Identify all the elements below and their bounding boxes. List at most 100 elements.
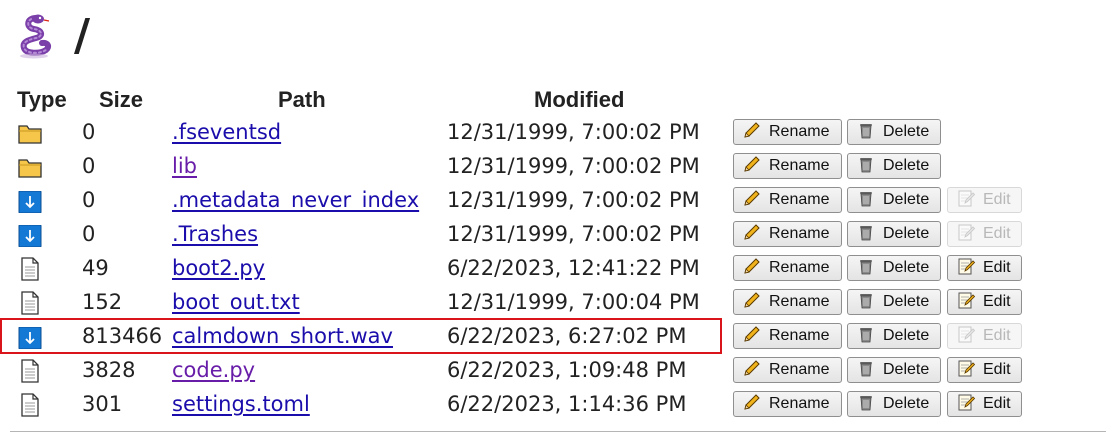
rename-button-label: Rename — [769, 259, 830, 276]
rename-button-label: Rename — [769, 225, 830, 242]
memo-disabled-icon — [957, 325, 976, 348]
pencil-icon — [743, 189, 761, 212]
delete-button-label: Delete — [883, 191, 930, 208]
file-link[interactable]: boot_out.txt — [172, 290, 300, 314]
delete-button[interactable]: Delete — [847, 289, 941, 315]
pencil-icon — [743, 359, 761, 382]
delete-button[interactable]: Delete — [847, 221, 941, 247]
rename-button[interactable]: Rename — [733, 255, 842, 281]
rename-button[interactable]: Rename — [733, 119, 842, 145]
memo-disabled-icon — [957, 189, 976, 212]
file-size: 301 — [82, 392, 123, 416]
table-row: 152 boot_out.txt 12/31/1999, 7:00:04 PM … — [0, 285, 1116, 319]
modified-date: 12/31/1999, 7:00:04 PM — [447, 290, 700, 314]
delete-button[interactable]: Delete — [847, 187, 941, 213]
delete-button-label: Delete — [883, 361, 930, 378]
folder-icon — [18, 121, 42, 144]
file-icon — [18, 393, 42, 417]
pencil-icon — [743, 121, 761, 144]
edit-button-label: Edit — [983, 293, 1011, 310]
edit-button[interactable]: Edit — [947, 289, 1022, 315]
edit-button[interactable]: Edit — [947, 255, 1022, 281]
rename-button[interactable]: Rename — [733, 153, 842, 179]
trash-icon — [857, 155, 875, 178]
modified-date: 12/31/1999, 7:00:02 PM — [447, 154, 700, 178]
rename-button-label: Rename — [769, 123, 830, 140]
footer-divider — [10, 431, 1106, 432]
file-link[interactable]: boot2.py — [172, 256, 265, 280]
delete-button[interactable]: Delete — [847, 153, 941, 179]
delete-button-label: Delete — [883, 157, 930, 174]
delete-button-label: Delete — [883, 293, 930, 310]
delete-button[interactable]: Delete — [847, 255, 941, 281]
file-link[interactable]: .metadata_never_index — [172, 188, 419, 212]
file-link[interactable]: code.py — [172, 358, 255, 382]
file-link[interactable]: .Trashes — [172, 222, 258, 246]
pencil-icon — [743, 223, 761, 246]
rename-button-label: Rename — [769, 327, 830, 344]
edit-button-label: Edit — [983, 395, 1011, 412]
page-title: / — [74, 10, 91, 61]
file-icon — [18, 291, 42, 315]
edit-button: Edit — [947, 221, 1022, 247]
delete-button[interactable]: Delete — [847, 119, 941, 145]
edit-button[interactable]: Edit — [947, 357, 1022, 383]
file-icon — [18, 359, 42, 383]
rename-button[interactable]: Rename — [733, 221, 842, 247]
trash-icon — [857, 393, 875, 416]
edit-button[interactable]: Edit — [947, 391, 1022, 417]
delete-button[interactable]: Delete — [847, 391, 941, 417]
column-header-type: Type — [17, 87, 67, 112]
trash-icon — [857, 223, 875, 246]
snake-logo-icon — [20, 14, 52, 59]
folder-icon — [18, 155, 42, 178]
table-row: 0 .fseventsd 12/31/1999, 7:00:02 PM Rena… — [0, 115, 1116, 149]
file-size: 0 — [82, 222, 96, 246]
table-row: 301 settings.toml 6/22/2023, 1:14:36 PM … — [0, 387, 1116, 421]
rename-button[interactable]: Rename — [733, 289, 842, 315]
modified-date: 12/31/1999, 7:00:02 PM — [447, 222, 700, 246]
table-row: 0 .Trashes 12/31/1999, 7:00:02 PM Rename… — [0, 217, 1116, 251]
rename-button-label: Rename — [769, 157, 830, 174]
pencil-icon — [743, 393, 761, 416]
rename-button[interactable]: Rename — [733, 357, 842, 383]
trash-icon — [857, 189, 875, 212]
memo-icon — [957, 257, 976, 280]
memo-disabled-icon — [957, 223, 976, 246]
file-icon — [18, 257, 42, 281]
delete-button[interactable]: Delete — [847, 357, 941, 383]
modified-date: 6/22/2023, 12:41:22 PM — [447, 256, 700, 280]
rename-button[interactable]: Rename — [733, 391, 842, 417]
rename-button-label: Rename — [769, 191, 830, 208]
rename-button[interactable]: Rename — [733, 187, 842, 213]
edit-button-label: Edit — [983, 259, 1011, 276]
modified-date: 12/31/1999, 7:00:02 PM — [447, 188, 700, 212]
file-size: 152 — [82, 290, 123, 314]
rename-button[interactable]: Rename — [733, 323, 842, 349]
file-link[interactable]: lib — [172, 154, 197, 178]
column-header-path: Path — [278, 87, 326, 112]
pencil-icon — [743, 291, 761, 314]
delete-button-label: Delete — [883, 225, 930, 242]
edit-button: Edit — [947, 323, 1022, 349]
memo-icon — [957, 359, 976, 382]
file-size: 0 — [82, 120, 96, 144]
trash-icon — [857, 291, 875, 314]
selection-highlight-box — [0, 318, 722, 354]
delete-button-label: Delete — [883, 327, 930, 344]
file-link[interactable]: settings.toml — [172, 392, 310, 416]
file-size: 49 — [82, 256, 109, 280]
edit-button-label: Edit — [983, 361, 1011, 378]
column-header-modified: Modified — [534, 87, 625, 112]
edit-button-label: Edit — [983, 225, 1011, 242]
pencil-icon — [743, 257, 761, 280]
trash-icon — [857, 257, 875, 280]
edit-button-label: Edit — [983, 191, 1011, 208]
file-link[interactable]: .fseventsd — [172, 120, 281, 144]
memo-icon — [957, 393, 976, 416]
delete-button[interactable]: Delete — [847, 323, 941, 349]
column-header-size: Size — [99, 87, 144, 112]
trash-icon — [857, 121, 875, 144]
file-size: 0 — [82, 154, 96, 178]
rename-button-label: Rename — [769, 293, 830, 310]
